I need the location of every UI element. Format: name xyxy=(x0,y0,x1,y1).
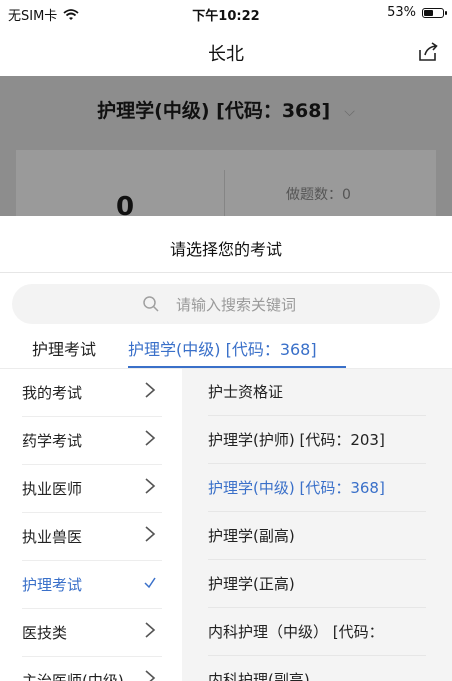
exam-item[interactable]: 内科护理（中级） [代码： xyxy=(208,609,426,656)
chevron-right-icon xyxy=(145,526,156,542)
page-title: 长北 xyxy=(208,44,244,65)
exam-label: 护理学(中级) [代码：368] xyxy=(208,479,385,497)
category-item-my-exams[interactable]: 我的考试 xyxy=(22,369,162,417)
chevron-right-icon xyxy=(145,622,156,638)
chevron-right-icon xyxy=(145,670,156,681)
stats-card: 0 做题数：0 xyxy=(16,150,436,230)
search-bar[interactable] xyxy=(12,284,440,324)
category-label: 执业兽医 xyxy=(22,528,83,546)
status-bar: 无SIM卡 下午10:22 53% xyxy=(0,0,452,28)
battery-percent: 53% xyxy=(387,5,416,20)
exam-item[interactable]: 护理学(护师) [代码：203] xyxy=(208,417,426,464)
exam-label: 内科护理(副高) xyxy=(208,671,310,681)
exam-tabs: 护理考试 护理学(中级) [代码：368] xyxy=(0,328,452,368)
chevron-right-icon xyxy=(145,382,156,398)
sheet-divider xyxy=(0,272,452,273)
status-right: 53% xyxy=(387,5,447,20)
exam-label: 护理学(护师) [代码：203] xyxy=(208,431,385,449)
category-item-veterinarian[interactable]: 执业兽医 xyxy=(22,513,162,561)
category-item-pharmacy[interactable]: 药学考试 xyxy=(22,417,162,465)
exam-label: 护理学(副高) xyxy=(208,527,295,545)
current-exam-label: 护理学(中级) [代码：368] xyxy=(97,100,331,122)
tab-selected-exam[interactable]: 护理学(中级) [代码：368] xyxy=(128,336,317,360)
exam-item[interactable]: 护理学(副高) xyxy=(208,513,426,560)
exam-label: 护理学(正高) xyxy=(208,575,295,593)
category-item-physician[interactable]: 执业医师 xyxy=(22,465,162,513)
exam-label: 护士资格证 xyxy=(208,383,284,401)
category-label: 主治医师(中级) xyxy=(22,672,124,681)
exam-item[interactable]: 内科护理(副高) xyxy=(208,657,426,681)
share-icon[interactable] xyxy=(416,40,440,64)
chevron-down-icon: ⌵ xyxy=(344,103,355,120)
exam-list: 护士资格证 护理学(护师) [代码：203] 护理学(中级) [代码：368] … xyxy=(182,369,452,681)
category-item-attending[interactable]: 主治医师(中级) xyxy=(22,657,162,681)
chevron-right-icon xyxy=(145,430,156,446)
category-label: 我的考试 xyxy=(22,384,83,402)
battery-icon xyxy=(422,7,447,18)
exam-item-selected[interactable]: 护理学(中级) [代码：368] xyxy=(208,465,426,512)
current-exam-title: 护理学(中级) [代码：368] ⌵ xyxy=(0,96,452,123)
exam-item[interactable]: 护理学(正高) xyxy=(208,561,426,608)
checkmark-icon xyxy=(144,577,156,589)
search-icon xyxy=(143,296,159,312)
category-label: 执业医师 xyxy=(22,480,83,498)
tab-nursing-exam[interactable]: 护理考试 xyxy=(32,336,96,360)
exam-label: 内科护理（中级） [代码： xyxy=(208,623,384,641)
category-label: 护理考试 xyxy=(22,576,83,594)
category-list: 我的考试 药学考试 执业医师 执业兽医 护理考试 医技类 主治医师(中级) xyxy=(0,369,182,681)
navigation-bar: 长北 xyxy=(0,28,452,76)
chevron-right-icon xyxy=(145,478,156,494)
category-item-nursing[interactable]: 护理考试 xyxy=(22,561,162,609)
category-label: 药学考试 xyxy=(22,432,83,450)
category-label: 医技类 xyxy=(22,624,68,642)
exam-item[interactable]: 护士资格证 xyxy=(208,369,426,416)
status-time: 下午10:22 xyxy=(192,9,260,24)
exam-picker-sheet: 请选择您的考试 护理考试 护理学(中级) [代码：368] 我的考试 药学考试 … xyxy=(0,216,452,681)
category-item-medical-tech[interactable]: 医技类 xyxy=(22,609,162,657)
sheet-title: 请选择您的考试 xyxy=(169,240,282,259)
question-count: 做题数：0 xyxy=(286,187,351,203)
search-input[interactable] xyxy=(174,293,408,317)
